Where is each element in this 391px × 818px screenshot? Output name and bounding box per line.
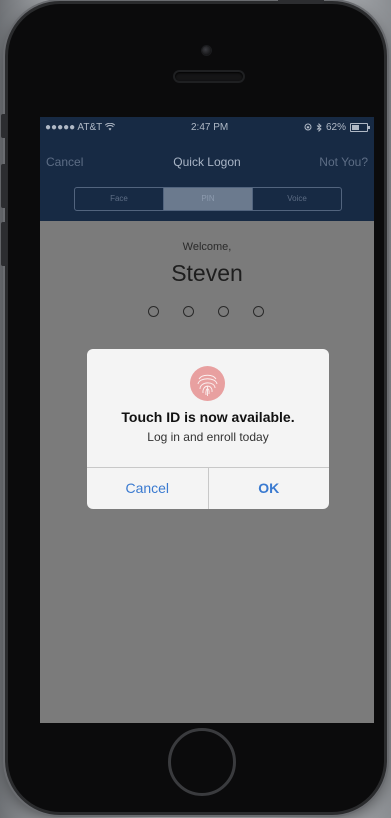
not-you-button[interactable]: Not You?	[319, 155, 368, 169]
fingerprint-icon	[190, 366, 225, 401]
welcome-label: Welcome,	[182, 241, 232, 253]
pin-dot	[253, 306, 264, 317]
screen: ●●●●● AT&T 2:47 PM 62% Cancel Quick Logo…	[40, 117, 374, 723]
battery-icon	[349, 122, 370, 132]
alert-cancel-button[interactable]: Cancel	[87, 468, 209, 509]
alert-button-row: Cancel OK	[87, 467, 329, 509]
segment-pin[interactable]: PIN	[164, 188, 253, 210]
pin-indicator	[148, 306, 264, 317]
alert-message: Log in and enroll today	[147, 430, 269, 444]
touch-id-alert: Touch ID is now available. Log in and en…	[87, 349, 329, 509]
earpiece-speaker	[175, 72, 243, 81]
carrier: ●●●●● AT&T	[45, 121, 116, 133]
volume-down-button	[1, 222, 7, 266]
pin-dot	[148, 306, 159, 317]
phone-frame: ●●●●● AT&T 2:47 PM 62% Cancel Quick Logo…	[1, 0, 384, 812]
front-camera	[202, 46, 211, 55]
wifi-icon	[105, 123, 116, 131]
carrier-label: ●●●●● AT&T	[45, 121, 103, 133]
pin-dot	[183, 306, 194, 317]
navigation-bar: Cancel Quick Logon Not You? Face PIN Voi…	[40, 137, 374, 221]
volume-up-button	[1, 164, 7, 208]
battery-percent: 62%	[325, 121, 346, 133]
power-button	[278, 0, 324, 4]
segment-voice[interactable]: Voice	[253, 188, 341, 210]
alert-title: Touch ID is now available.	[121, 409, 295, 425]
status-time: 2:47 PM	[190, 121, 229, 133]
user-name: Steven	[171, 260, 243, 286]
segment-face[interactable]: Face	[75, 188, 164, 210]
home-button[interactable]	[168, 728, 236, 796]
battery-fill	[351, 124, 359, 130]
lock-rotation-icon	[304, 123, 312, 131]
alert-ok-button[interactable]: OK	[209, 468, 330, 509]
bluetooth-icon	[316, 122, 322, 132]
status-right: 62%	[304, 121, 370, 133]
mute-switch	[1, 114, 7, 138]
login-method-segmented-control: Face PIN Voice	[74, 187, 342, 211]
status-bar: ●●●●● AT&T 2:47 PM 62%	[40, 117, 374, 137]
pin-dot	[218, 306, 229, 317]
